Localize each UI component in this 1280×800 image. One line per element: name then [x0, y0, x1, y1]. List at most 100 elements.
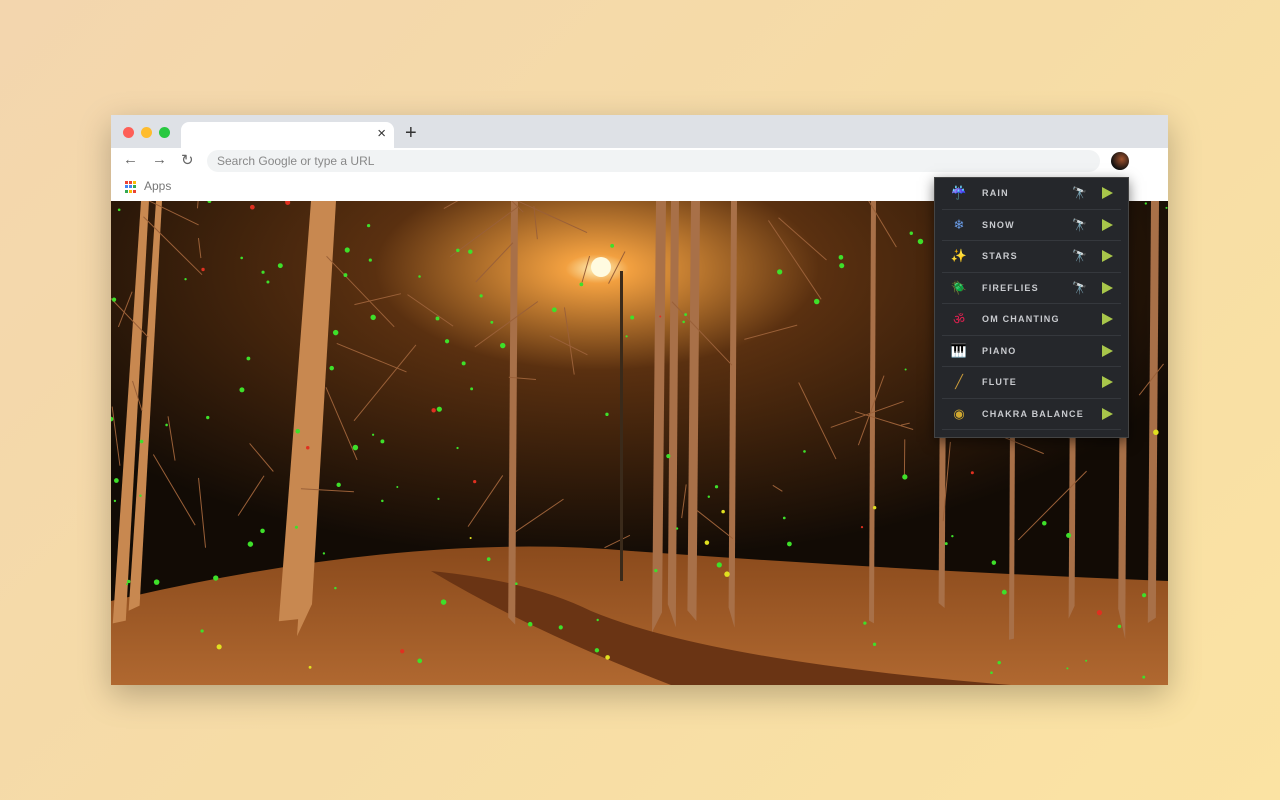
- telescope-icon[interactable]: 🔭: [1072, 281, 1087, 295]
- menu-item-stars[interactable]: ✨ STARS 🔭: [942, 241, 1121, 273]
- firefly: [707, 495, 711, 498]
- reload-button[interactable]: ↻: [181, 151, 194, 169]
- firefly: [344, 247, 350, 253]
- firefly: [990, 671, 993, 675]
- firefly: [605, 412, 609, 417]
- firefly: [860, 526, 864, 529]
- menu-item-rain[interactable]: ☔ RAIN 🔭: [942, 178, 1121, 210]
- menu-item-label: PIANO: [982, 345, 1017, 356]
- firefly: [111, 297, 117, 302]
- chakra-icon: ◉: [953, 405, 965, 421]
- minimize-window-button[interactable]: [141, 127, 152, 138]
- play-icon[interactable]: [1102, 250, 1113, 263]
- menu-item-piano[interactable]: 🎹 PIANO: [942, 336, 1121, 367]
- firefly: [909, 231, 913, 235]
- firefly: [206, 415, 210, 420]
- firefly: [782, 516, 786, 520]
- rain-cloud-icon: ☔: [950, 185, 968, 201]
- play-icon[interactable]: [1102, 313, 1113, 326]
- tab-new-tab[interactable]: ×: [181, 122, 394, 148]
- firefly: [334, 586, 337, 590]
- firefly: [201, 267, 205, 272]
- firefly: [558, 625, 563, 630]
- firefly: [1144, 202, 1147, 205]
- menu-item-label: FLUTE: [982, 377, 1017, 388]
- menu-item-label: FIREFLIES: [982, 282, 1039, 293]
- back-button[interactable]: ←: [123, 151, 138, 168]
- firefly: [787, 541, 792, 547]
- flute-icon: ╱: [955, 374, 963, 390]
- firefly: [724, 571, 730, 577]
- forward-button[interactable]: →: [152, 151, 167, 168]
- firefly: [1142, 675, 1146, 679]
- menu-item-om-chanting[interactable]: ॐ OM CHANTING: [942, 304, 1121, 336]
- firefly: [944, 542, 948, 546]
- menu-item-label: RAIN: [982, 188, 1009, 199]
- firefly: [1141, 593, 1147, 598]
- telescope-icon[interactable]: 🔭: [1072, 218, 1087, 232]
- menu-item-flute[interactable]: ╱ FLUTE: [942, 367, 1121, 399]
- firefly: [1165, 206, 1168, 209]
- menu-item-label: SNOW: [982, 219, 1015, 230]
- firefly: [380, 439, 385, 444]
- firefly: [951, 534, 954, 538]
- play-icon[interactable]: [1102, 344, 1113, 357]
- apps-grid-icon[interactable]: [125, 181, 137, 193]
- firefly: [838, 255, 844, 260]
- telescope-icon[interactable]: 🔭: [1072, 186, 1087, 200]
- apps-bookmark[interactable]: Apps: [144, 179, 171, 193]
- play-icon[interactable]: [1102, 407, 1113, 420]
- firefly: [675, 527, 679, 530]
- telescope-icon[interactable]: 🔭: [1072, 249, 1087, 263]
- new-tab-button[interactable]: +: [405, 122, 417, 145]
- firefly: [113, 478, 119, 483]
- close-window-button[interactable]: [123, 127, 134, 138]
- play-icon[interactable]: [1102, 376, 1113, 389]
- extension-avatar-icon[interactable]: [1111, 152, 1129, 170]
- firefly: [126, 583, 129, 586]
- firefly: [610, 243, 615, 248]
- firefly: [1042, 520, 1047, 526]
- firefly: [461, 361, 466, 366]
- firefly: [605, 655, 610, 660]
- menu-item-fireflies[interactable]: 🪲 FIREFLIES 🔭: [942, 273, 1121, 304]
- firefly: [336, 482, 341, 488]
- firefly: [322, 552, 326, 555]
- firefly: [213, 575, 219, 581]
- firefly: [184, 277, 187, 281]
- firefly: [839, 263, 845, 269]
- firefly: [470, 387, 474, 391]
- address-bar[interactable]: Search Google or type a URL: [207, 150, 1100, 172]
- firefly: [469, 536, 472, 540]
- om-icon: ॐ: [953, 312, 965, 328]
- firefly: [682, 320, 685, 324]
- firefly: [266, 280, 270, 284]
- firefly: [165, 423, 168, 427]
- firefly: [902, 474, 908, 480]
- menu-item-chakra-balance[interactable]: ◉ CHAKRA BALANCE: [942, 399, 1121, 430]
- play-icon[interactable]: [1102, 281, 1113, 294]
- firefly: [139, 439, 144, 444]
- firefly: [260, 528, 265, 534]
- firefly: [716, 562, 722, 568]
- firefly: [872, 642, 877, 646]
- firefly: [1001, 589, 1007, 595]
- firefly: [813, 298, 820, 305]
- firefly: [261, 270, 265, 274]
- firefly: [970, 471, 974, 475]
- firefly: [1153, 429, 1159, 436]
- maximize-window-button[interactable]: [159, 127, 170, 138]
- firefly: [500, 342, 506, 349]
- close-tab-icon[interactable]: ×: [377, 125, 386, 142]
- menu-item-label: STARS: [982, 251, 1018, 262]
- play-icon[interactable]: [1102, 218, 1113, 231]
- menu-item-snow[interactable]: ❄ SNOW 🔭: [942, 210, 1121, 241]
- play-icon[interactable]: [1102, 187, 1113, 200]
- firefly: [659, 315, 662, 318]
- firefly: [551, 307, 557, 313]
- firefly: [1117, 624, 1122, 629]
- firefly: [366, 224, 371, 228]
- firefly: [352, 444, 359, 451]
- firefly: [479, 294, 483, 298]
- firefly: [863, 621, 867, 625]
